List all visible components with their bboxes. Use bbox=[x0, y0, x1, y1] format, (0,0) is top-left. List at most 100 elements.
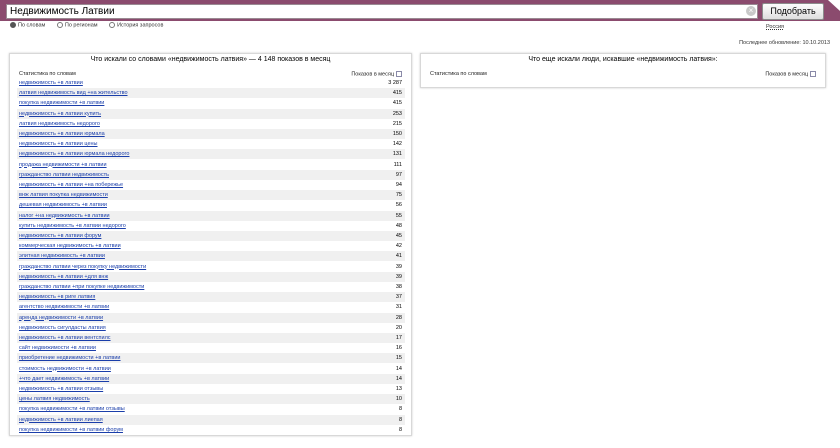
keyword-link[interactable]: коммерческая недвижимость +в латвии bbox=[19, 241, 121, 251]
view-count: 38 bbox=[395, 284, 402, 290]
view-count: 215 bbox=[392, 120, 402, 127]
keyword-link[interactable]: дешевая недвижимость +в латвии bbox=[19, 200, 107, 210]
view-count: 17 bbox=[395, 335, 402, 341]
keyword-link[interactable]: гражданство латвии через покупку недвижи… bbox=[19, 262, 146, 272]
keyword-link[interactable]: гражданство латвии недвижимость bbox=[19, 170, 109, 180]
table-row: недвижимость +в латвии лиепая 8 bbox=[17, 414, 405, 425]
keyword-link[interactable]: элитная недвижимость +в латвии bbox=[19, 251, 105, 261]
keyword-link[interactable]: цены латвия недвижимость bbox=[19, 394, 90, 404]
column-header-views-label: Показов в месяц bbox=[765, 71, 808, 78]
header-corner bbox=[828, 0, 840, 11]
keyword-link[interactable]: недвижимость +в латвии вентспилс bbox=[19, 333, 111, 343]
close-icon[interactable]: × bbox=[746, 6, 756, 16]
view-count: 37 bbox=[395, 294, 402, 301]
table-row: недвижимость +в латвии купить 253 bbox=[17, 108, 405, 119]
keyword-link[interactable]: агентство недвижимости +в латвии bbox=[19, 302, 109, 312]
keyword-link[interactable]: недвижимость +в латвии юрмала недорого bbox=[19, 149, 129, 159]
column-header-keywords: Статистика по словам bbox=[430, 71, 487, 77]
table-row: гражданство латвии через покупку недвижи… bbox=[17, 262, 405, 272]
export-icon[interactable] bbox=[810, 71, 816, 77]
keyword-stats-panel: Что искали со словами «недвижимость латв… bbox=[9, 53, 412, 436]
view-count: 253 bbox=[392, 110, 402, 117]
table-row: гражданство латвии +при покупке недвижим… bbox=[17, 282, 405, 292]
keyword-link[interactable]: аренда недвижимости +в латвии bbox=[19, 313, 103, 323]
keyword-link[interactable]: покупка недвижимости +в латвии отзывы bbox=[19, 404, 125, 414]
mode-label: По словам bbox=[18, 22, 46, 29]
panel-title: Что еще искали люди, искавшие «недвижимо… bbox=[528, 56, 718, 63]
keyword-link[interactable]: внж латвия покупка недвижимости bbox=[19, 190, 108, 200]
view-count: 41 bbox=[395, 253, 402, 260]
related-searches-panel: Что еще искали люди, искавшие «недвижимо… bbox=[420, 53, 826, 88]
search-input[interactable] bbox=[6, 4, 758, 19]
mode-by-regions[interactable]: По регионам bbox=[56, 22, 98, 28]
keyword-link[interactable]: стоимость недвижимости +в латвии bbox=[19, 364, 111, 374]
table-row: недвижимость +в риге латвия 37 bbox=[17, 292, 405, 303]
keyword-link[interactable]: недвижимость +в латвии bbox=[19, 78, 83, 88]
radio-icon[interactable] bbox=[56, 22, 63, 28]
keyword-link[interactable]: латвия недвижимость недорого bbox=[19, 119, 100, 129]
table-row: недвижимость +в латвии вентспилс 17 bbox=[17, 333, 405, 343]
view-count: 3 287 bbox=[388, 80, 402, 86]
keyword-link[interactable]: приобретение недвижимости +в латвии bbox=[19, 353, 121, 363]
view-count: 39 bbox=[395, 273, 402, 280]
region-link[interactable]: Россия bbox=[766, 24, 784, 30]
keyword-link[interactable]: недвижимость +в латвии лиепая bbox=[19, 415, 103, 425]
view-count: 15 bbox=[395, 355, 402, 362]
keyword-link[interactable]: +что дает недвижимость +в латвии bbox=[19, 374, 109, 384]
table-row: коммерческая недвижимость +в латвии 42 bbox=[17, 241, 405, 251]
keyword-link[interactable]: недвижимость +в риге латвия bbox=[19, 292, 95, 302]
view-count: 31 bbox=[395, 304, 402, 311]
keyword-link[interactable]: недвижимость сигулдасты латвия bbox=[19, 323, 106, 333]
keyword-link[interactable]: покупка недвижимости +в латвии форум bbox=[19, 425, 123, 435]
view-count: 75 bbox=[395, 192, 402, 199]
table-row: цены латвия недвижимость 10 bbox=[17, 394, 405, 405]
mode-by-words[interactable]: По словам bbox=[10, 22, 45, 28]
view-count: 111 bbox=[393, 161, 402, 168]
keyword-link[interactable]: недвижимость +в латвии форум bbox=[19, 231, 101, 241]
view-count: 28 bbox=[395, 314, 402, 321]
view-count: 94 bbox=[395, 182, 402, 188]
search-mode-options: По словам По регионам История запросов bbox=[10, 22, 173, 32]
table-row: недвижимость +в латвии форум 45 bbox=[17, 231, 405, 241]
view-count: 20 bbox=[395, 324, 402, 331]
table-row: приобретение недвижимости +в латвии 15 bbox=[17, 353, 405, 364]
last-updated: Последнее обновление: 10.10.2013 bbox=[739, 40, 830, 46]
keyword-link[interactable]: купить недвижимость +в латвии недорого bbox=[19, 221, 126, 231]
table-row: недвижимость +в латвии +на побережье 94 bbox=[17, 180, 405, 190]
keyword-link[interactable]: гражданство латвии +при покупке недвижим… bbox=[19, 282, 144, 292]
keyword-link[interactable]: недвижимость +в латвии цены bbox=[19, 139, 98, 149]
radio-selected-icon[interactable] bbox=[10, 22, 16, 28]
table-row: аренда недвижимости +в латвии 28 bbox=[17, 312, 405, 323]
keyword-link[interactable]: латвия недвижимость вид +на жительство bbox=[19, 88, 128, 98]
column-header-views: Показов в месяц bbox=[351, 71, 402, 77]
table-row: элитная недвижимость +в латвии 41 bbox=[17, 251, 405, 262]
keyword-link[interactable]: покупка недвижимости +в латвии bbox=[19, 98, 104, 108]
export-icon[interactable] bbox=[396, 71, 402, 77]
view-count: 10 bbox=[395, 396, 402, 403]
table-row: агентство недвижимости +в латвии 31 bbox=[17, 302, 405, 312]
table-row: недвижимость сигулдасты латвия 20 bbox=[17, 323, 405, 333]
keyword-link[interactable]: недвижимость +в латвии юрмала bbox=[19, 129, 105, 139]
table-row: стоимость недвижимости +в латвии 14 bbox=[17, 364, 405, 374]
table-row: покупка недвижимости +в латвии отзывы 8 bbox=[17, 404, 405, 414]
column-header-views: Показов в месяц bbox=[765, 71, 816, 77]
keyword-link[interactable]: недвижимость +в латвии отзывы bbox=[19, 384, 103, 394]
table-row: гражданство латвии недвижимость 97 bbox=[17, 169, 405, 180]
keyword-link[interactable]: недвижимость +в латвии +на побережье bbox=[19, 180, 123, 190]
submit-button[interactable]: Подобрать bbox=[762, 3, 824, 20]
keyword-link[interactable]: сайт недвижимости +в латвии bbox=[19, 343, 96, 353]
table-row: недвижимость +в латвии 3 287 bbox=[17, 78, 405, 88]
radio-icon[interactable] bbox=[109, 22, 116, 28]
keyword-link[interactable]: налог +на недвижимость +в латвии bbox=[19, 211, 110, 221]
keyword-link[interactable]: недвижимость +в латвии купить bbox=[19, 109, 101, 119]
table-row: недвижимость +в латвии юрмала 150 bbox=[17, 129, 405, 139]
table-row: недвижимость +в латвии отзывы 13 bbox=[17, 384, 405, 394]
keyword-link[interactable]: недвижимость +в латвии +для внж bbox=[19, 272, 108, 282]
view-count: 42 bbox=[395, 243, 402, 250]
panel-title: Что искали со словами «недвижимость латв… bbox=[90, 56, 331, 63]
mode-history[interactable]: История запросов bbox=[109, 22, 163, 28]
table-row: покупка недвижимости +в латвии 415 bbox=[17, 98, 405, 108]
keyword-link[interactable]: продажа недвижимости +в латвии bbox=[19, 160, 107, 170]
view-count: 415 bbox=[392, 90, 402, 97]
view-count: 14 bbox=[395, 375, 402, 382]
